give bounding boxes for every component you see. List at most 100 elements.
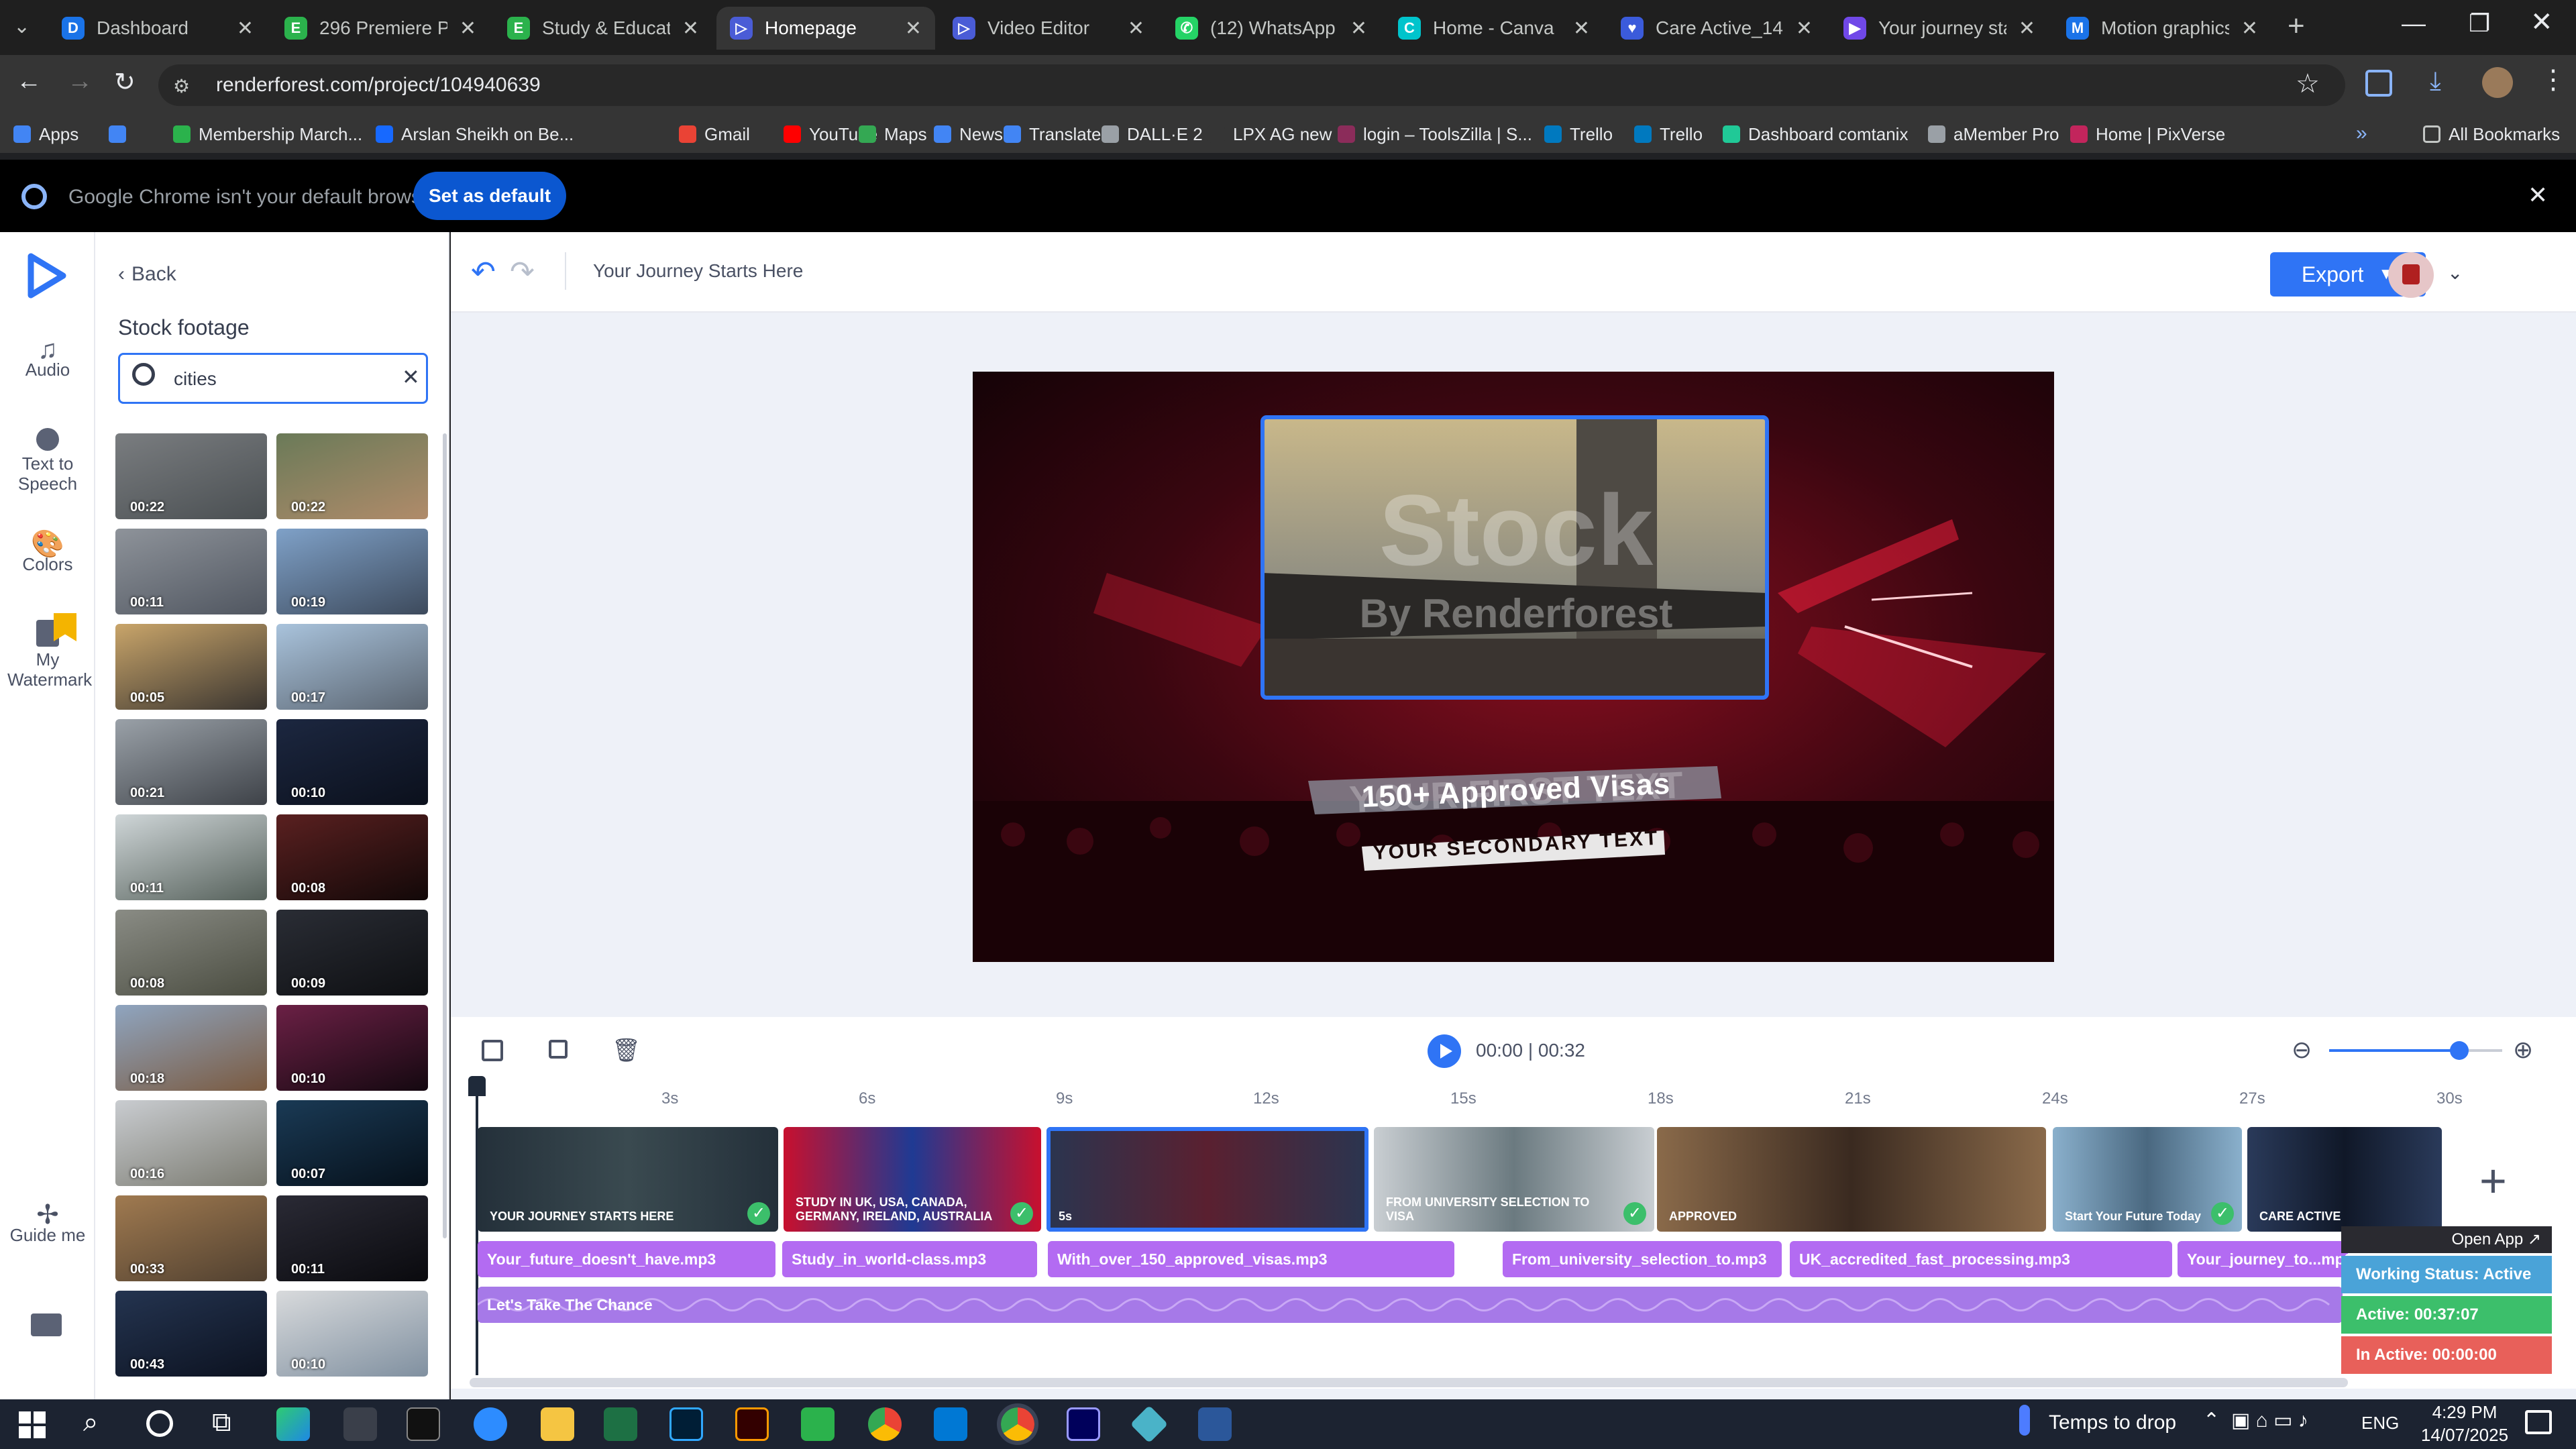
clock-time[interactable]: 4:29 PM xyxy=(2424,1402,2505,1423)
chrome-active-taskbar-icon[interactable] xyxy=(997,1403,1038,1445)
browser-tab[interactable]: C Home - Canva ✕ xyxy=(1385,7,1603,50)
renderforest-logo[interactable] xyxy=(27,252,67,299)
stock-footage-thumbnail[interactable]: 00:09 xyxy=(276,910,428,996)
bookmark-item[interactable]: Maps xyxy=(859,115,927,153)
chrome-taskbar-icon[interactable] xyxy=(868,1407,902,1441)
notifications-icon[interactable] xyxy=(2525,1410,2552,1434)
voiceover-audio-clip[interactable]: From_university_selection_to.mp3 xyxy=(1503,1241,1782,1277)
close-tab-icon[interactable]: ✕ xyxy=(2241,17,2258,40)
address-bar[interactable]: renderforest.com/project/104940639 xyxy=(158,64,2345,106)
site-info-icon[interactable]: ⚙ xyxy=(173,75,190,97)
language-indicator[interactable]: ENG xyxy=(2361,1413,2399,1434)
close-tab-icon[interactable]: ✕ xyxy=(237,17,254,40)
search-taskbar-icon[interactable]: ⌕ xyxy=(83,1407,98,1438)
bookmark-item[interactable]: Home | PixVerse xyxy=(2070,115,2225,153)
profile-avatar[interactable] xyxy=(2482,67,2513,98)
timeline-scene-clip[interactable]: FROM UNIVERSITY SELECTION TO VISA ✓ xyxy=(1374,1127,1654,1232)
more-bookmarks-icon[interactable]: » xyxy=(2356,122,2367,145)
set-as-default-button[interactable]: Set as default xyxy=(413,172,566,220)
stock-search-box[interactable]: cities ✕ xyxy=(118,353,428,404)
redo-icon[interactable]: ↷ xyxy=(510,255,535,289)
stock-footage-thumbnail[interactable]: 00:05 xyxy=(115,624,267,710)
stock-footage-thumbnail[interactable]: 00:08 xyxy=(276,814,428,900)
premiere-taskbar-icon[interactable] xyxy=(1067,1407,1100,1441)
scenes-icon[interactable] xyxy=(482,1040,503,1061)
bookmark-item[interactable]: DALL·E 2 xyxy=(1102,115,1203,153)
stock-footage-thumbnail[interactable]: 00:22 xyxy=(276,433,428,519)
start-button[interactable] xyxy=(19,1411,46,1438)
reload-icon[interactable]: ↻ xyxy=(114,67,136,97)
stock-footage-thumbnail[interactable]: 00:11 xyxy=(115,814,267,900)
cortana-icon[interactable] xyxy=(146,1410,173,1437)
all-bookmarks-folder[interactable]: All Bookmarks xyxy=(2423,115,2560,153)
stock-footage-thumbnail[interactable]: 00:10 xyxy=(276,1291,428,1377)
bookmark-item[interactable] xyxy=(109,115,134,153)
tab-search-icon[interactable]: ⌄ xyxy=(13,15,30,38)
video-preview[interactable]: Stock By Renderforest YOUR FIRST TEXT 15… xyxy=(973,372,2054,962)
illustrator-taskbar-icon[interactable] xyxy=(735,1407,769,1441)
browser-tab[interactable]: ♥ Care Active_14.7.2 ✕ xyxy=(1607,7,1826,50)
bookmark-item[interactable]: Membership March... xyxy=(173,115,362,153)
close-window-icon[interactable]: ✕ xyxy=(2530,7,2553,38)
duplicate-icon[interactable] xyxy=(549,1040,568,1059)
back-arrow-icon[interactable]: ← xyxy=(16,67,42,96)
zoom-out-icon[interactable]: ⊖ xyxy=(2292,1036,2312,1064)
close-tab-icon[interactable]: ✕ xyxy=(1573,17,1590,40)
browser-tab[interactable]: D Dashboard ✕ xyxy=(48,7,267,50)
photoshop-taskbar-icon[interactable] xyxy=(669,1407,703,1441)
close-tab-icon[interactable]: ✕ xyxy=(460,17,476,40)
stock-footage-thumbnail[interactable]: 00:33 xyxy=(115,1195,267,1281)
excel-taskbar-icon[interactable] xyxy=(604,1407,637,1441)
browser-tab[interactable]: ▷ Homepage ✕ xyxy=(716,7,935,50)
back-button[interactable]: ‹ Back xyxy=(118,263,176,286)
extensions-icon[interactable] xyxy=(2365,70,2392,97)
word-taskbar-icon[interactable] xyxy=(1198,1407,1232,1441)
voiceover-audio-clip[interactable]: With_over_150_approved_visas.mp3 xyxy=(1048,1241,1454,1277)
terminal-taskbar-icon[interactable] xyxy=(407,1407,440,1441)
bookmark-item[interactable]: LPX AG new xyxy=(1208,115,1332,153)
clock-date[interactable]: 14/07/2025 xyxy=(2419,1425,2510,1446)
bookmark-star-icon[interactable]: ☆ xyxy=(2296,68,2320,99)
edge-taskbar-icon[interactable] xyxy=(276,1407,310,1441)
stock-footage-thumbnail[interactable]: 00:19 xyxy=(276,529,428,614)
account-menu-chevron-icon[interactable]: ⌄ xyxy=(2447,262,2463,284)
close-tab-icon[interactable]: ✕ xyxy=(682,17,699,40)
undo-icon[interactable]: ↶ xyxy=(471,255,496,289)
browser-tab[interactable]: E 296 Premiere Pro ✕ xyxy=(271,7,490,50)
zoom-taskbar-icon[interactable] xyxy=(474,1407,507,1441)
bookmark-item[interactable]: News xyxy=(934,115,1003,153)
browser-tab[interactable]: ✆ (12) WhatsApp ✕ xyxy=(1162,7,1381,50)
timeline-ruler[interactable]: 3s 6s 9s 12s 15s 18s 21s 24s 27s 30s xyxy=(451,1084,2576,1114)
stock-footage-thumbnail[interactable]: 00:11 xyxy=(276,1195,428,1281)
stock-footage-thumbnail[interactable]: 00:21 xyxy=(115,719,267,805)
timeline-scene-clip[interactable]: Start Your Future Today ✓ xyxy=(2053,1127,2242,1232)
stock-footage-thumbnail[interactable]: 00:08 xyxy=(115,910,267,996)
timeline-scene-clip[interactable]: APPROVED xyxy=(1657,1127,2046,1232)
timeline-scene-clip[interactable]: 5s xyxy=(1046,1127,1368,1232)
task-view-icon[interactable]: ⧉ xyxy=(212,1407,231,1438)
forward-arrow-icon[interactable]: → xyxy=(67,67,93,96)
close-tab-icon[interactable]: ✕ xyxy=(1128,17,1144,40)
minimize-icon[interactable]: — xyxy=(2402,9,2426,38)
close-tab-icon[interactable]: ✕ xyxy=(1350,17,1367,40)
voiceover-audio-clip[interactable]: Your_journey_to...mp3 xyxy=(2178,1241,2348,1277)
tray-icons[interactable]: ▣ ⌂ ▭ ♪ xyxy=(2231,1409,2308,1432)
close-tab-icon[interactable]: ✕ xyxy=(1796,17,1813,40)
add-scene-icon[interactable]: + xyxy=(2479,1154,2507,1208)
stock-footage-thumbnail[interactable]: 00:16 xyxy=(115,1100,267,1186)
panel-scrollbar[interactable] xyxy=(443,433,447,1238)
zoom-in-icon[interactable]: ⊕ xyxy=(2513,1036,2533,1064)
chrome-menu-icon[interactable]: ⋮ xyxy=(2540,64,2567,95)
voiceover-audio-clip[interactable]: Study_in_world-class.mp3 xyxy=(782,1241,1037,1277)
pen-taskbar-icon[interactable] xyxy=(343,1407,377,1441)
download-icon[interactable]: ⤓ xyxy=(2430,67,2441,96)
voiceover-audio-clip[interactable]: Your_future_doesn't_have.mp3 xyxy=(478,1241,775,1277)
stock-footage-thumbnail[interactable]: 00:17 xyxy=(276,624,428,710)
keyboard-shortcuts-icon[interactable] xyxy=(31,1313,62,1336)
clear-search-icon[interactable]: ✕ xyxy=(402,364,420,390)
user-avatar[interactable] xyxy=(2388,252,2434,298)
bookmark-item[interactable]: Apps xyxy=(13,115,78,153)
close-tab-icon[interactable]: ✕ xyxy=(2019,17,2035,40)
bookmark-item[interactable]: Dashboard comtanix xyxy=(1723,115,1908,153)
search-input[interactable]: cities xyxy=(174,368,217,390)
